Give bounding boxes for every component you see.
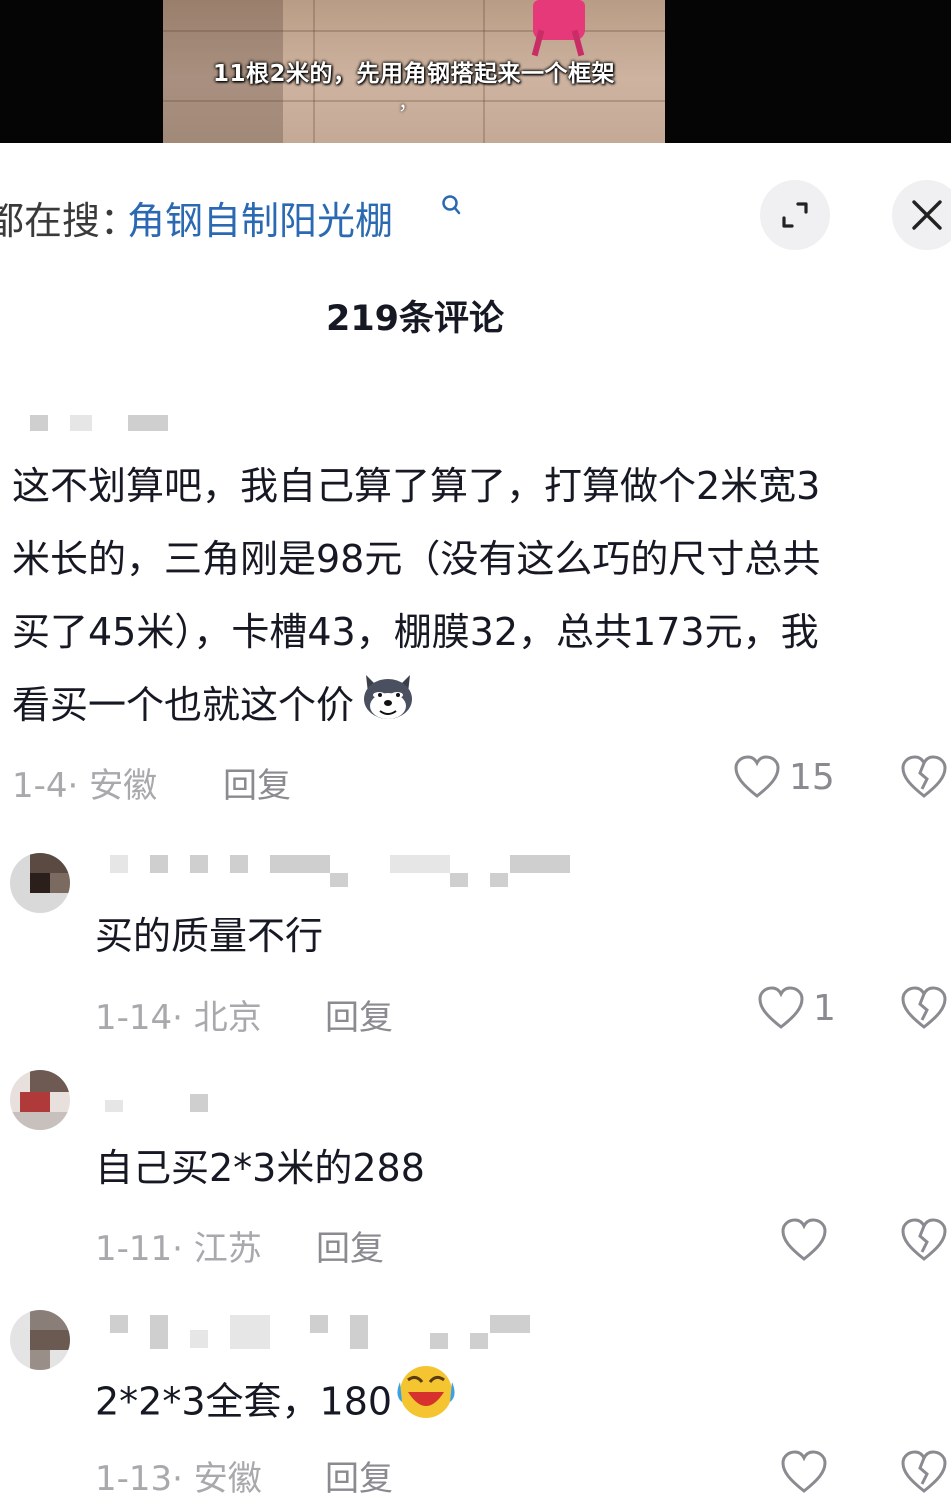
comment-line: 买了45米），卡槽43，棚膜32，总共173元，我 [12, 610, 819, 654]
video-caption: 11根2米的，先用角钢搭起来一个框架 [212, 61, 615, 87]
dislike-button[interactable] [900, 986, 948, 1030]
username-blur [310, 1315, 328, 1333]
broken-heart-icon [901, 986, 947, 1029]
username-blur [190, 1094, 208, 1112]
close-icon [912, 200, 942, 230]
expand-button[interactable] [760, 180, 830, 250]
video-area[interactable]: 11根2米的，先用角钢搭起来一个框架 ， [0, 0, 951, 143]
dislike-button[interactable] [900, 1450, 948, 1494]
video-caption-tail: ， [398, 90, 418, 114]
comment-text: 自己买2*3米的288 [95, 1146, 425, 1190]
username-blur [110, 855, 128, 873]
username-blur [70, 415, 92, 431]
comment-text: 买的质量不行 [95, 914, 324, 958]
username-blur [230, 855, 248, 873]
broken-heart-icon [901, 1450, 947, 1493]
reply-button[interactable]: 回复 [325, 990, 393, 1039]
username-blur [430, 1333, 448, 1349]
username-blur [470, 1333, 488, 1349]
comment-date-location: 1-11· 江苏 [95, 1229, 262, 1269]
like-button[interactable] [780, 1450, 836, 1494]
username-blur [450, 873, 468, 887]
broken-heart-icon [901, 1218, 947, 1261]
comment-line: 看买一个也就这个价 [12, 669, 947, 745]
search-prefix-label: 都在搜： [0, 199, 139, 243]
search-icon[interactable] [441, 194, 461, 218]
avatar[interactable] [10, 853, 70, 913]
username-blur [490, 1315, 530, 1333]
username-blur [330, 873, 348, 887]
reply-button[interactable]: 回复 [223, 758, 291, 807]
username-blur [230, 1315, 270, 1349]
heart-icon [758, 986, 804, 1029]
video-frame[interactable]: 11根2米的，先用角钢搭起来一个框架 ， [163, 0, 665, 143]
dislike-button[interactable] [900, 1218, 948, 1262]
smug-dog-emoji [360, 671, 416, 745]
username-blur [270, 855, 330, 873]
avatar[interactable] [10, 1310, 70, 1370]
comment-line-text: 看买一个也就这个价 [12, 683, 355, 727]
broken-heart-icon [901, 755, 947, 798]
comment-date-location: 1-14· 北京 [95, 998, 262, 1038]
heart-icon [781, 1450, 827, 1493]
username-blur [350, 1315, 368, 1349]
username-blur [30, 415, 48, 431]
like-count: 15 [789, 756, 835, 798]
like-count: 1 [813, 987, 836, 1029]
comments-count-title: 219条评论 [325, 299, 505, 339]
username-blur [150, 855, 168, 873]
tile-line [163, 30, 665, 32]
comment-date-location: 1-13· 安徽 [95, 1459, 262, 1499]
heart-icon [734, 755, 780, 798]
reply-button[interactable]: 回复 [325, 1451, 393, 1500]
username-blur [490, 873, 508, 887]
username-blur [150, 1315, 168, 1349]
heart-icon [781, 1218, 827, 1261]
like-button[interactable]: 1 [757, 986, 836, 1030]
username-blur [510, 855, 570, 873]
avatar[interactable] [10, 1070, 70, 1130]
laughing-crying-emoji [396, 1362, 456, 1446]
comment-date-location: 1-4· 安徽 [12, 766, 158, 806]
comment-text-content: 2*2*3全套，180 [95, 1379, 393, 1424]
like-button[interactable]: 15 [733, 755, 835, 799]
username-blur [190, 855, 208, 873]
username-blur [110, 1315, 128, 1333]
comment-text: 这不划算吧，我自己算了算了，打算做个2米宽3 米长的，三角刚是98元（没有这么巧… [12, 450, 947, 745]
like-button[interactable] [780, 1218, 836, 1262]
username-blur [128, 415, 168, 431]
expand-icon [782, 202, 808, 228]
dislike-button[interactable] [900, 755, 948, 799]
comment-line: 这不划算吧，我自己算了算了，打算做个2米宽3 [12, 464, 821, 508]
comment-line: 米长的，三角刚是98元（没有这么巧的尺寸总共 [12, 537, 821, 581]
search-keyword-link[interactable]: 角钢自制阳光棚 [127, 190, 393, 245]
username-blur [390, 855, 450, 873]
comment-text: 2*2*3全套，180 [95, 1362, 456, 1446]
username-blur [190, 1330, 208, 1348]
username-blur [105, 1100, 123, 1112]
reply-button[interactable]: 回复 [316, 1221, 384, 1270]
